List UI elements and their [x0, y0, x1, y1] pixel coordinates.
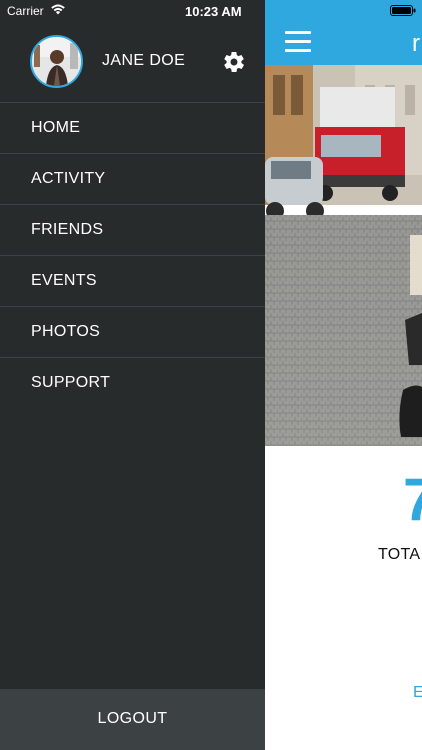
- bottom-link[interactable]: E: [413, 684, 422, 702]
- menu-item-label: EVENTS: [31, 272, 97, 289]
- menu-item-support[interactable]: SUPPORT: [0, 358, 265, 409]
- street-photo-image: [265, 65, 422, 446]
- app-bar: r: [265, 0, 422, 65]
- menu-item-label: SUPPORT: [31, 374, 111, 391]
- total-stat-label: TOTA: [378, 546, 421, 563]
- app-title: r: [412, 30, 420, 57]
- hero-photo: [265, 65, 422, 446]
- logout-button[interactable]: LOGOUT: [0, 689, 265, 750]
- logout-label: LOGOUT: [97, 710, 168, 727]
- menu-item-label: HOME: [31, 119, 81, 136]
- avatar-photo-image: [32, 37, 81, 86]
- menu-item-label: PHOTOS: [31, 323, 101, 340]
- user-name: JANE DOE: [102, 52, 186, 69]
- main-screen: r 7 TOTA E: [265, 0, 422, 750]
- drawer-menu: HOME ACTIVITY FRIENDS EVENTS PHOTOS SUPP…: [0, 102, 265, 409]
- menu-item-label: ACTIVITY: [31, 170, 106, 187]
- side-drawer: JANE DOE HOME ACTIVITY FRIENDS EVENTS PH…: [0, 0, 265, 750]
- profile-header[interactable]: JANE DOE: [0, 22, 265, 102]
- gear-icon[interactable]: [222, 50, 246, 74]
- menu-item-activity[interactable]: ACTIVITY: [0, 154, 265, 205]
- menu-item-friends[interactable]: FRIENDS: [0, 205, 265, 256]
- menu-item-events[interactable]: EVENTS: [0, 256, 265, 307]
- avatar[interactable]: [30, 35, 83, 88]
- total-stat-value: 7: [403, 466, 422, 533]
- hamburger-icon[interactable]: [285, 31, 311, 53]
- menu-item-home[interactable]: HOME: [0, 103, 265, 154]
- menu-item-label: FRIENDS: [31, 221, 104, 238]
- menu-item-photos[interactable]: PHOTOS: [0, 307, 265, 358]
